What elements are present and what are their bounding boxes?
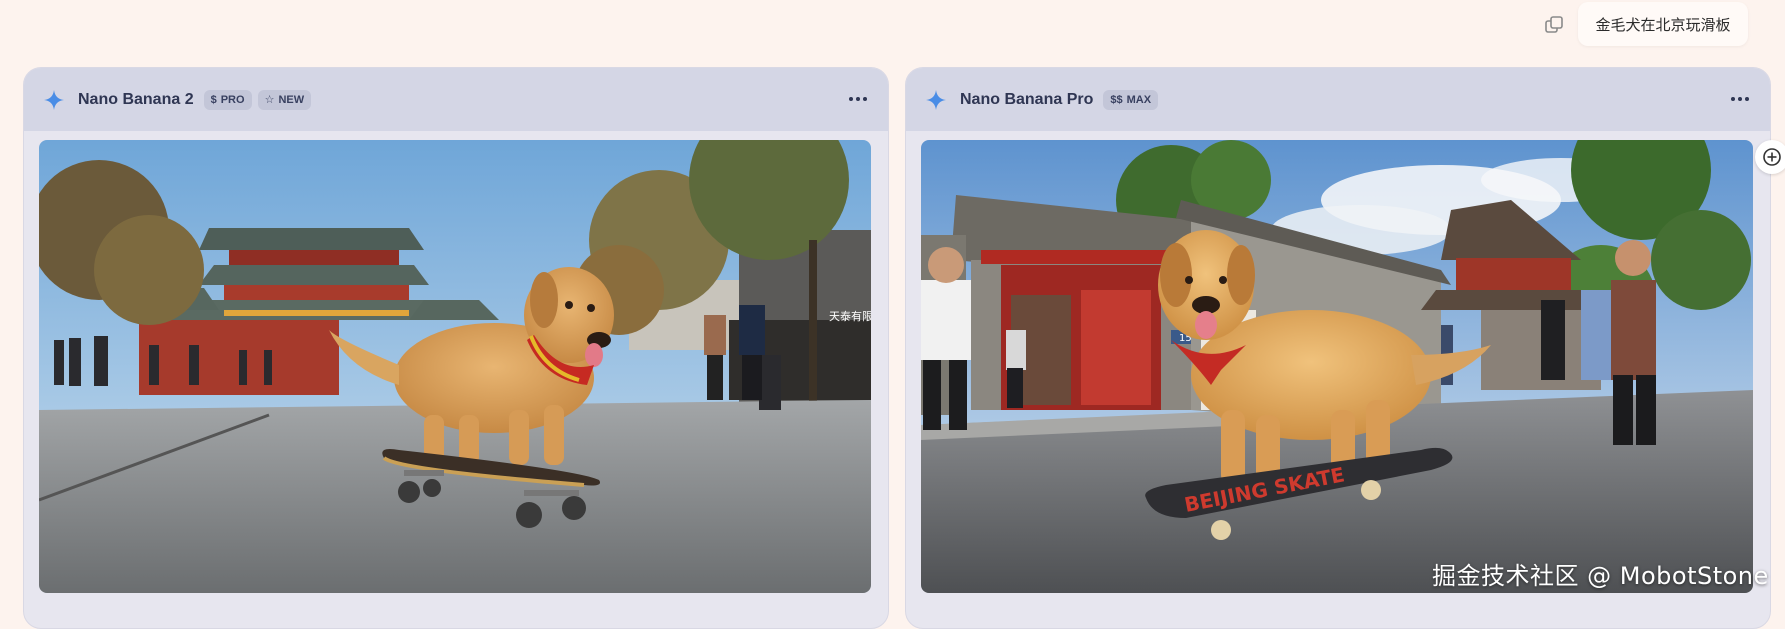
add-comparison-button[interactable] [1755, 140, 1785, 174]
star-icon: ☆ [264, 94, 275, 106]
model-name: Nano Banana Pro [960, 90, 1094, 108]
more-options-button[interactable] [1728, 89, 1752, 109]
badge-label: NEW [278, 93, 305, 106]
copy-prompt-button[interactable] [1540, 11, 1568, 39]
badge-label: MAX [1126, 93, 1152, 106]
new-badge: ☆ NEW [257, 89, 312, 110]
dollar-icon: $ [210, 93, 217, 106]
generated-image[interactable]: 天泰有限 [39, 140, 871, 593]
result-panel-nano-banana-2: Nano Banana 2 $ PRO ☆ NEW 天泰有限 [23, 67, 889, 629]
sparkle-icon [926, 89, 946, 110]
more-options-button[interactable] [846, 89, 870, 109]
generated-image[interactable]: 15 BEIJING SKATE [921, 140, 1753, 593]
more-horizontal-icon [849, 97, 853, 101]
badge-label: PRO [220, 93, 245, 106]
shop-sign-text: 天泰有限 [829, 309, 871, 323]
sparkle-icon [44, 89, 64, 110]
copy-icon [1545, 16, 1563, 33]
pro-badge: $ PRO [203, 89, 252, 110]
double-dollar-icon: $$ [1110, 93, 1123, 106]
result-panel-nano-banana-pro: Nano Banana Pro $$ MAX 15 BEIJING SKATE [905, 67, 1771, 629]
golden-retriever-skateboard-image: 天泰有限 [39, 140, 871, 593]
prompt-text: 金毛犬在北京玩滑板 [1595, 15, 1731, 34]
panel-header: Nano Banana Pro $$ MAX [906, 68, 1770, 131]
panel-header: Nano Banana 2 $ PRO ☆ NEW [24, 68, 888, 131]
watermark: 掘金技术社区 @ MobotStone [1432, 562, 1769, 590]
plus-circle-icon [1763, 148, 1781, 166]
max-badge: $$ MAX [1103, 89, 1159, 110]
more-horizontal-icon [1731, 97, 1735, 101]
model-name: Nano Banana 2 [78, 90, 194, 108]
prompt-bubble: 金毛犬在北京玩滑板 [1578, 2, 1748, 46]
golden-retriever-hutong-image: 15 BEIJING SKATE [921, 140, 1753, 593]
